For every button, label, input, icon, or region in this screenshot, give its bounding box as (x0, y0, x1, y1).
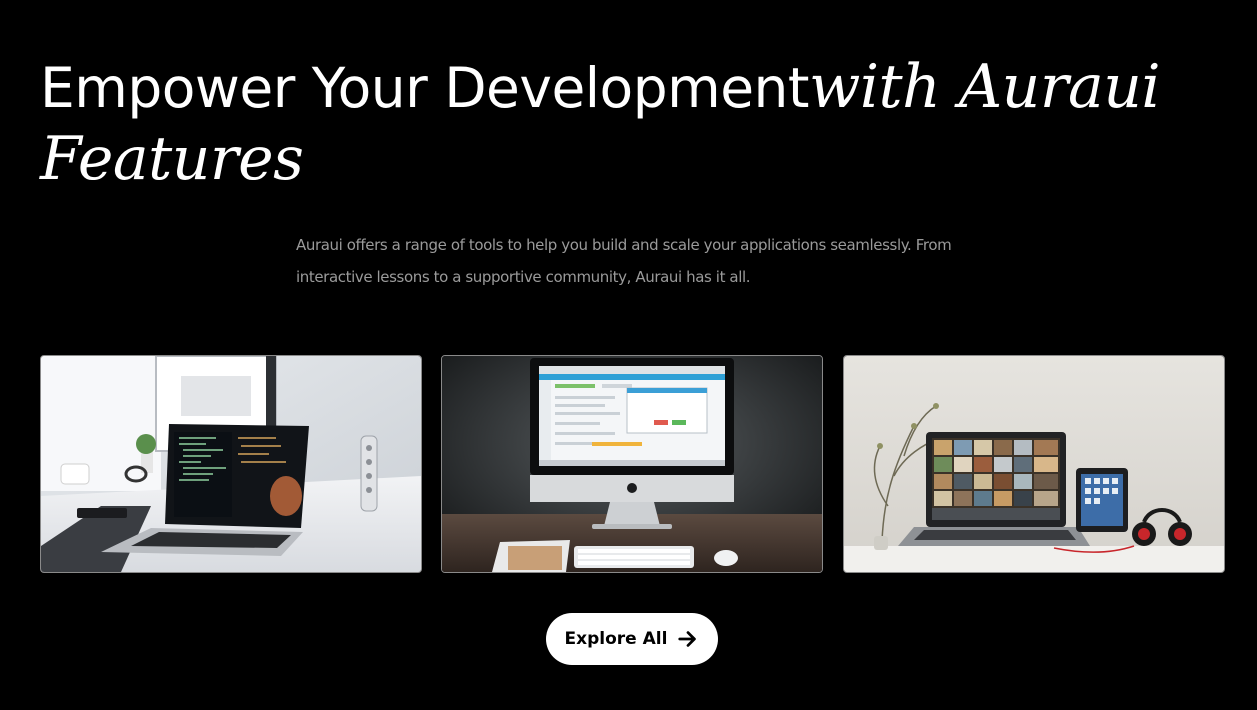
page-title-main: Empower Your Development (40, 56, 809, 120)
feature-image-card-3 (843, 355, 1225, 573)
explore-all-button[interactable]: Explore All (546, 613, 718, 665)
arrow-right-icon (677, 628, 699, 650)
hero-description: Auraui offers a range of tools to help y… (296, 236, 952, 286)
feature-image-card-2 (441, 355, 823, 573)
imac-on-desk-photo (442, 356, 822, 572)
page-title: Empower Your Developmentwith Auraui Feat… (40, 52, 1220, 195)
feature-image-card-1 (40, 355, 422, 573)
laptop-with-code-photo (41, 356, 421, 572)
laptop-tablet-headphones-photo (844, 356, 1224, 572)
explore-all-label: Explore All (564, 629, 668, 649)
